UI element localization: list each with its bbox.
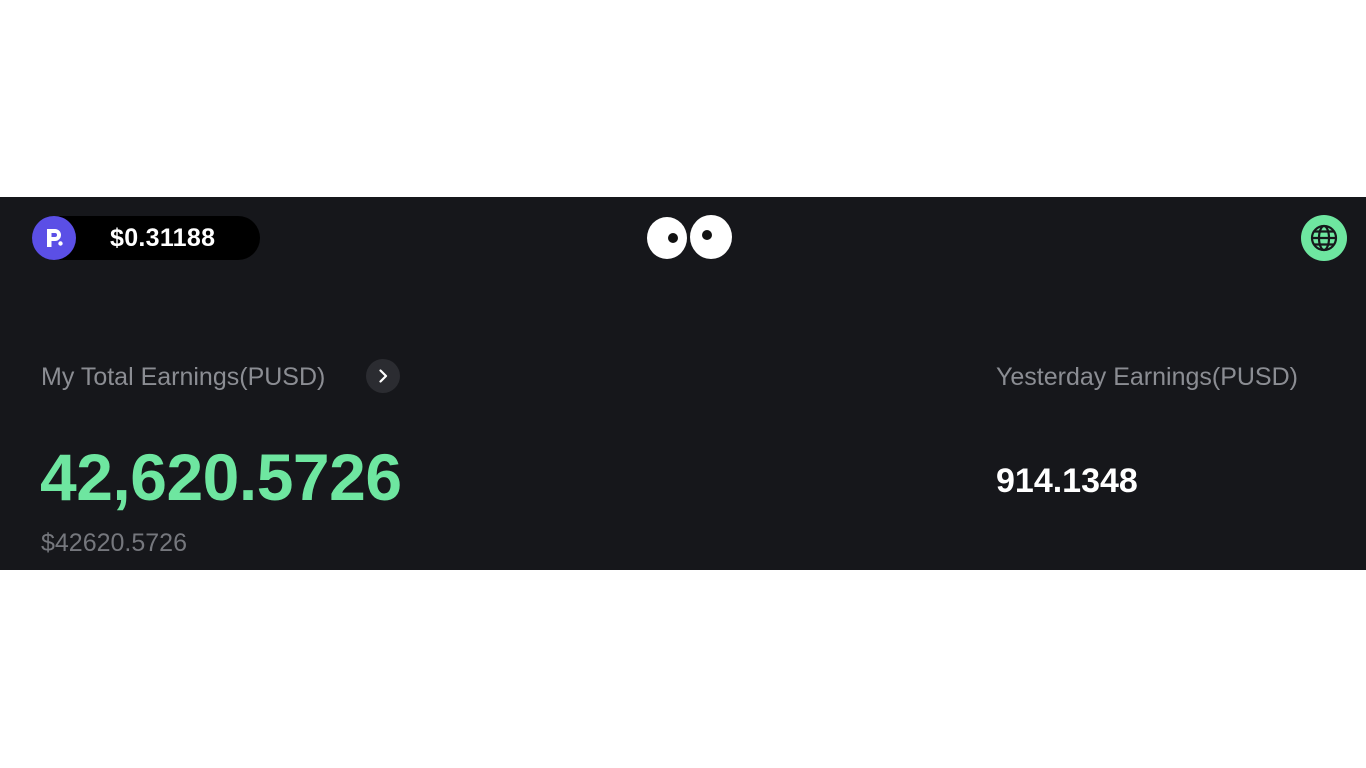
earnings-panel: $0.31188 My Total Earnings(PUSD) 42,620.… xyxy=(0,197,1366,570)
yesterday-earnings-value: 914.1348 xyxy=(996,462,1138,500)
p-logo-icon xyxy=(32,216,76,260)
chevron-right-icon xyxy=(379,369,388,383)
total-earnings-details-button[interactable] xyxy=(366,359,400,393)
yesterday-earnings-label: Yesterday Earnings(PUSD) xyxy=(996,363,1298,391)
googly-eyes-icon xyxy=(644,214,736,262)
token-price-pill[interactable]: $0.31188 xyxy=(32,216,260,260)
globe-icon xyxy=(1310,224,1338,252)
total-earnings-value: 42,620.5726 xyxy=(40,440,402,514)
total-earnings-label: My Total Earnings(PUSD) xyxy=(41,363,326,391)
token-price: $0.31188 xyxy=(110,224,216,252)
total-earnings-usd: $42620.5726 xyxy=(41,529,187,557)
language-globe-button[interactable] xyxy=(1301,215,1347,261)
